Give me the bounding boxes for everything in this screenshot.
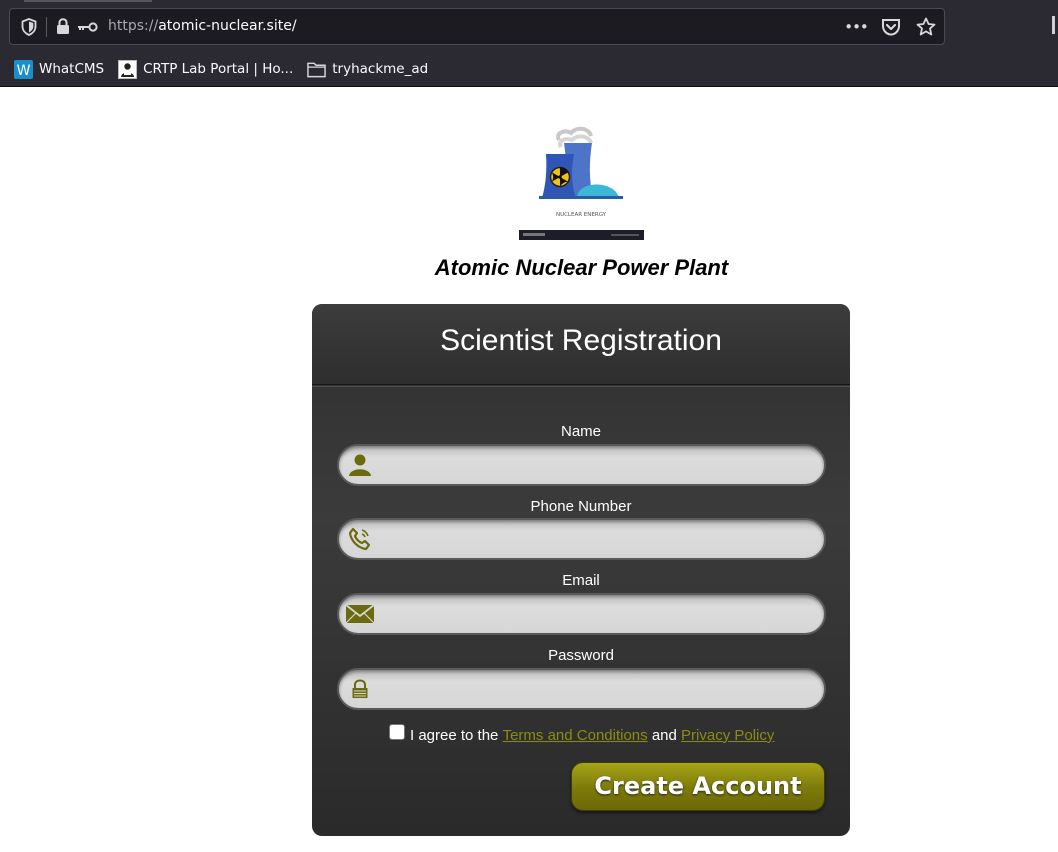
header-divider [312,386,850,387]
bookmark-whatcms[interactable]: W WhatCMS [14,56,104,82]
site-title: Atomic Nuclear Power Plant [434,255,729,280]
terms-and-conditions-link[interactable]: Terms and Conditions [503,727,648,744]
terms-agreement: I agree to the Terms and Conditions and … [389,724,774,745]
url-host: atomic-nuclear.site/ [158,18,297,34]
phone-label: Phone Number [530,498,632,515]
url-protocol: https:// [108,18,159,34]
folder-icon [307,60,327,79]
name-field[interactable] [337,444,826,486]
bookmark-label: tryhackme_ad [332,61,429,77]
page-content: NUCLEAR ENERGY Atomic Nuclear Power Plan… [0,87,1058,852]
privacy-policy-link[interactable]: Privacy Policy [681,727,774,744]
address-bar[interactable]: https://atomic-nuclear.site/ ••• [9,8,945,45]
key-icon[interactable] [77,9,99,44]
form-title: Scientist Registration [440,324,722,357]
whatcms-w-icon: W [14,59,33,79]
form-header: Scientist Registration [312,304,850,385]
phone-field[interactable] [337,518,826,560]
bookmark-star-icon[interactable] [914,9,938,44]
password-label: Password [548,647,614,664]
agree-checkbox[interactable] [389,724,405,740]
agree-text-middle: and [647,726,682,744]
bookmarks-toolbar: W WhatCMS CRTP Lab Portal | Ho... tryhac… [0,56,442,82]
password-input[interactable] [379,670,819,708]
phone-icon [345,525,375,553]
svg-text:W: W [17,63,31,79]
envelope-icon [345,600,375,628]
create-account-button[interactable]: Create Account [571,762,825,811]
bookmark-crtp-lab-portal[interactable]: CRTP Lab Portal | Ho... [118,56,293,82]
url-text[interactable]: https://atomic-nuclear.site/ [108,9,297,44]
person-icon [345,451,375,479]
bookmark-folder-tryhackme-ad[interactable]: tryhackme_ad [307,56,428,82]
email-input[interactable] [379,595,819,633]
phone-input[interactable] [379,520,819,558]
bookmark-label: CRTP Lab Portal | Ho... [143,61,294,77]
bookmark-label: WhatCMS [39,61,105,77]
name-input[interactable] [379,446,819,484]
page-actions-more-icon[interactable]: ••• [844,9,869,44]
lock-icon[interactable] [54,9,72,44]
active-tab-indicator [24,0,152,2]
password-field[interactable] [337,668,826,710]
nuclear-plant-logo: NUCLEAR ENERGY [519,124,644,240]
email-field[interactable] [337,593,826,635]
agree-text-prefix: I agree to the [410,726,503,744]
pocket-icon[interactable] [879,9,903,44]
registration-form: Scientist Registration Name Phone Number… [312,304,850,836]
toolbar-overflow-edge [1052,16,1055,34]
crtp-portal-icon [118,59,138,79]
lock-icon [345,675,375,703]
browser-toolbar: https://atomic-nuclear.site/ ••• W WhatC… [0,0,1058,87]
logo-caption: NUCLEAR ENERGY [556,212,607,218]
divider [46,17,47,37]
name-label: Name [560,423,601,440]
email-label: Email [562,572,600,589]
tracking-protection-shield-icon[interactable] [18,9,40,44]
